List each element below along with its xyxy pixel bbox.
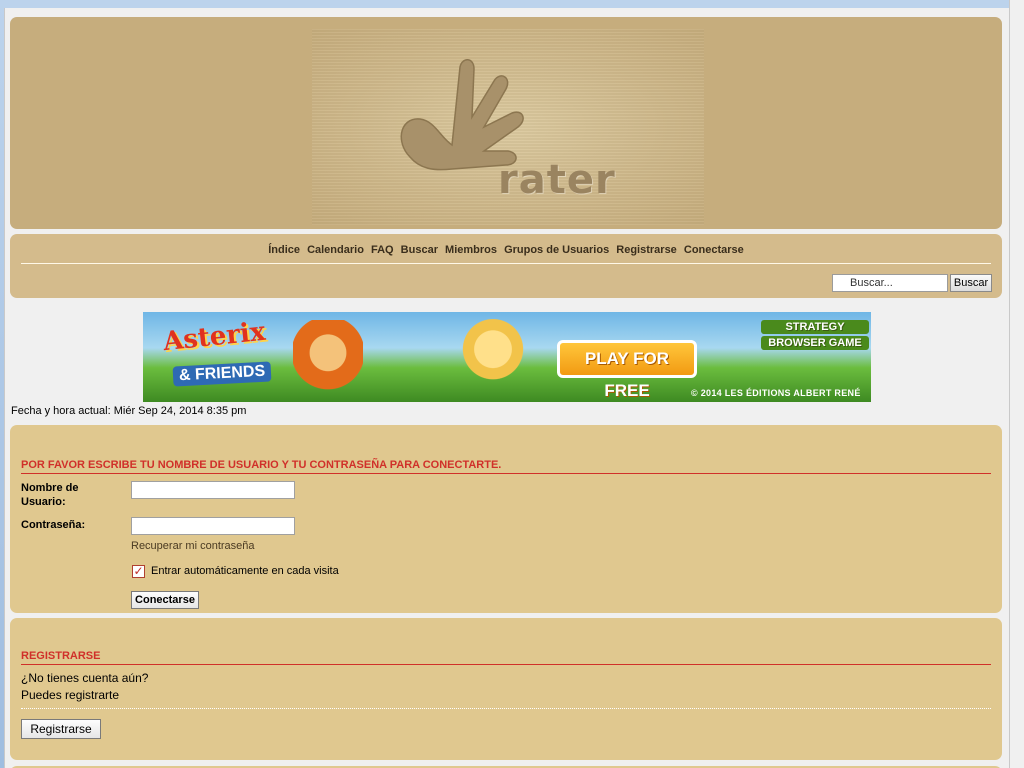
ad-logo: Asterix [161, 316, 267, 358]
nav-links: Índice Calendario FAQ Buscar Miembros Gr… [10, 244, 1002, 256]
username-label-line1: Nombre de [21, 482, 79, 494]
register-panel: REGISTRARSE ¿No tienes cuenta aún? Puede… [10, 618, 1002, 760]
search-button[interactable]: Buscar [950, 274, 992, 292]
autologin-checkbox[interactable]: ✓ [132, 565, 145, 578]
nav-faq[interactable]: FAQ [371, 244, 394, 256]
ad-tagline-line2: BROWSER GAME [761, 336, 869, 350]
ad-character-asterix [453, 314, 533, 402]
nav-register[interactable]: Registrarse [616, 244, 677, 256]
search-input[interactable]: Buscar... [832, 274, 948, 292]
page-wrapper: rater Índice Calendario FAQ Buscar Miemb… [4, 8, 1009, 768]
username-field[interactable] [131, 481, 295, 499]
nav-calendar[interactable]: Calendario [307, 244, 364, 256]
nav-divider [21, 263, 991, 264]
window-edge [1009, 0, 1024, 768]
nav-search[interactable]: Buscar [401, 244, 438, 256]
register-title: REGISTRARSE [21, 650, 991, 665]
password-label: Contraseña: [21, 519, 86, 531]
ad-banner[interactable]: Asterix & FRIENDS PLAY FOR FREE STRATEGY… [143, 312, 871, 402]
login-button[interactable]: Conectarse [131, 591, 199, 609]
nav-members[interactable]: Miembros [445, 244, 497, 256]
ad-play-button[interactable]: PLAY FOR FREE [557, 340, 697, 400]
register-prompt: Puedes registrarte [21, 688, 120, 702]
ad-character-obelix [293, 320, 363, 402]
logo-wordmark: rater [498, 157, 616, 203]
autologin-label: Entrar automáticamente en cada visita [151, 565, 339, 577]
ad-tagline-line1: STRATEGY [761, 320, 869, 334]
nav-login[interactable]: Conectarse [684, 244, 744, 256]
username-label: Nombre de Usuario: [21, 481, 78, 509]
register-button[interactable]: Registrarse [21, 719, 101, 739]
recover-password-link[interactable]: Recuperar mi contraseña [131, 540, 255, 552]
ad-copyright: © 2014 LES ÉDITIONS ALBERT RENÉ [691, 388, 861, 398]
register-question: ¿No tienes cuenta aún? [21, 671, 149, 685]
login-panel: POR FAVOR ESCRIBE TU NOMBRE DE USUARIO Y… [10, 425, 1002, 613]
ad-subtitle: & FRIENDS [172, 361, 272, 387]
login-title: POR FAVOR ESCRIBE TU NOMBRE DE USUARIO Y… [21, 459, 991, 474]
username-label-line2: Usuario: [21, 496, 66, 508]
password-field[interactable] [131, 517, 295, 535]
register-divider [21, 708, 991, 709]
nav-index[interactable]: Índice [268, 244, 300, 256]
current-datetime: Fecha y hora actual: Miér Sep 24, 2014 8… [11, 405, 247, 417]
site-header: rater [10, 17, 1002, 229]
navbar: Índice Calendario FAQ Buscar Miembros Gr… [10, 234, 1002, 298]
nav-user-groups[interactable]: Grupos de Usuarios [504, 244, 609, 256]
ad-tagline: STRATEGY BROWSER GAME [761, 320, 869, 352]
